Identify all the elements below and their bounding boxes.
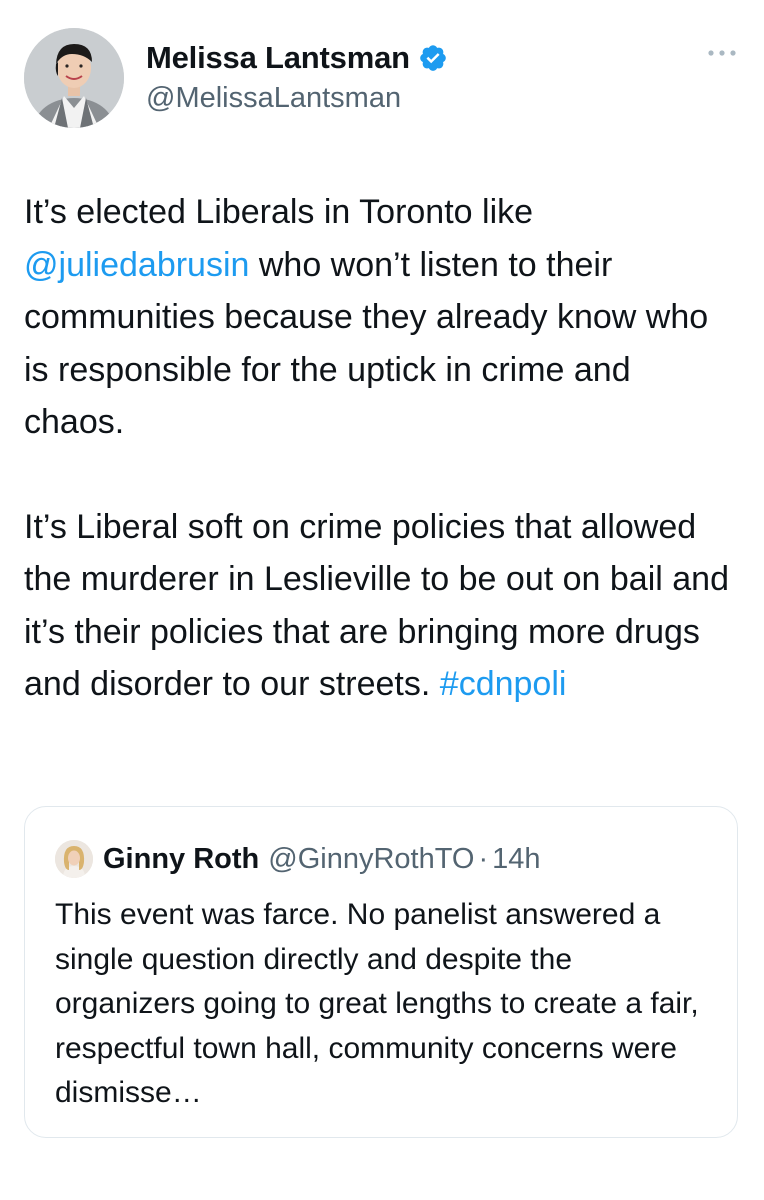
tweet-text: It’s elected Liberals in Toronto like @j…: [24, 186, 740, 711]
tweet-paragraph-1: It’s elected Liberals in Toronto like @j…: [24, 186, 740, 449]
verified-badge-icon[interactable]: [418, 43, 448, 73]
avatar-photo-icon: [24, 28, 124, 128]
quoted-tweet-time[interactable]: 14h: [492, 843, 540, 876]
author-avatar[interactable]: [24, 28, 124, 128]
more-options-icon[interactable]: [706, 46, 738, 58]
mention-link[interactable]: @juliedabrusin: [24, 246, 249, 284]
hashtag-link[interactable]: #cdnpoli: [440, 665, 567, 703]
paragraph-1-text-before: It’s elected Liberals in Toronto like: [24, 193, 534, 231]
display-name-row: Melissa Lantsman: [146, 38, 448, 78]
quoted-tweet-header: Ginny Roth @GinnyRothTO · 14h: [55, 839, 541, 879]
paragraph-2-text: It’s Liberal soft on crime policies that…: [24, 507, 729, 704]
quoted-author-name[interactable]: Ginny Roth: [103, 843, 259, 876]
quoted-avatar-photo-icon: [55, 840, 93, 878]
quoted-author-handle[interactable]: @GinnyRothTO: [268, 843, 474, 876]
author-display-name[interactable]: Melissa Lantsman: [146, 40, 410, 76]
quoted-author-avatar[interactable]: [55, 840, 93, 878]
quoted-tweet-text: This event was farce. No panelist answer…: [55, 898, 699, 1109]
separator-dot: ·: [478, 842, 489, 875]
author-info: Melissa Lantsman @MelissaLantsman: [146, 38, 448, 115]
quoted-tweet-card[interactable]: Ginny Roth @GinnyRothTO · 14h This event…: [24, 806, 738, 1138]
author-handle[interactable]: @MelissaLantsman: [146, 82, 448, 115]
tweet-paragraph-2: It’s Liberal soft on crime policies that…: [24, 501, 740, 711]
tweet-page: Melissa Lantsman @MelissaLantsman It’s e…: [0, 0, 764, 1200]
tweet-header: Melissa Lantsman @MelissaLantsman: [24, 24, 740, 134]
